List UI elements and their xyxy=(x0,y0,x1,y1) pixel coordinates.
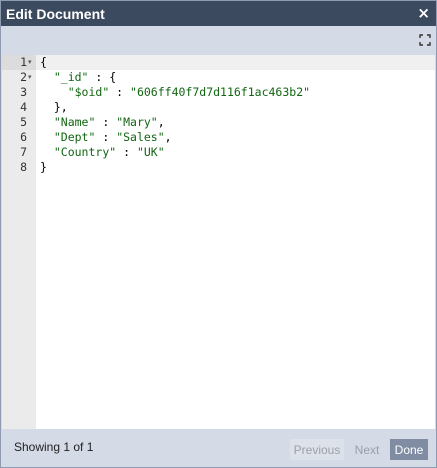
json-string: "Mary" xyxy=(116,115,158,129)
editor-toolbar xyxy=(1,26,436,53)
code-line[interactable]: 7 "Country" : "UK" xyxy=(2,145,435,160)
json-punctuation: : xyxy=(95,115,117,129)
json-punctuation: } xyxy=(40,160,47,174)
code-text: { xyxy=(40,55,47,70)
json-string: "Name" xyxy=(53,115,96,129)
code-lines: 1 ▾{2 ▾ "_id" : {3 "$oid" : "606ff40f7d7d1… xyxy=(2,55,435,175)
code-text: }, xyxy=(40,100,68,115)
done-button[interactable]: Done xyxy=(390,439,428,460)
fold-arrow-icon[interactable]: ▾ xyxy=(28,70,32,85)
dialog-titlebar[interactable]: Edit Document × xyxy=(1,1,436,26)
code-line[interactable]: 5 "Name" : "Mary", xyxy=(2,115,435,130)
line-number: 3 xyxy=(20,85,27,99)
json-string: "UK" xyxy=(136,145,165,159)
json-punctuation: : xyxy=(109,85,131,99)
pagination-status: Showing 1 of 1 xyxy=(14,440,94,454)
json-string: "_id" xyxy=(53,70,89,84)
json-punctuation: , xyxy=(157,115,165,129)
code-text: } xyxy=(40,160,47,175)
code-text: "Dept" : "Sales", xyxy=(40,130,172,145)
code-text: "$oid" : "606ff40f7d7d116f1ac463b2" xyxy=(40,85,310,100)
code-line[interactable]: 2 ▾ "_id" : { xyxy=(2,70,435,85)
json-punctuation: , xyxy=(164,130,172,144)
code-editor[interactable]: 1 ▾{2 ▾ "_id" : {3 "$oid" : "606ff40f7d7d1… xyxy=(2,55,435,429)
code-line[interactable]: 8} xyxy=(2,160,435,175)
line-number: 8 xyxy=(20,160,27,174)
json-string: "Sales" xyxy=(116,130,165,144)
next-button[interactable]: Next xyxy=(348,439,386,460)
code-text: "Country" : "UK" xyxy=(40,145,165,160)
previous-button[interactable]: Previous xyxy=(290,439,344,460)
json-punctuation: }, xyxy=(53,100,68,114)
json-string: "Country" xyxy=(53,145,117,159)
edit-document-dialog: Edit Document × 1 ▾{2 ▾ "_id" : {3 "$oid" … xyxy=(0,0,437,468)
json-string: "606ff40f7d7d116f1ac463b2" xyxy=(130,85,311,99)
dialog-title: Edit Document xyxy=(6,5,105,22)
expand-icon[interactable] xyxy=(419,34,431,46)
json-string: "Dept" xyxy=(53,130,96,144)
line-number: 4 xyxy=(20,100,27,114)
json-punctuation: { xyxy=(40,55,47,69)
json-punctuation: : { xyxy=(88,70,117,84)
code-text: "_id" : { xyxy=(40,70,116,85)
fold-arrow-icon[interactable]: ▾ xyxy=(28,55,32,70)
line-number: 5 xyxy=(20,115,27,129)
code-line[interactable]: 3 "$oid" : "606ff40f7d7d116f1ac463b2" xyxy=(2,85,435,100)
dialog-footer: Showing 1 of 1 Previous Next Done xyxy=(1,429,436,467)
code-line[interactable]: 6 "Dept" : "Sales", xyxy=(2,130,435,145)
line-number: 7 xyxy=(20,145,27,159)
close-icon[interactable]: × xyxy=(417,6,430,21)
line-number: 6 xyxy=(20,130,27,144)
code-line[interactable]: 4 }, xyxy=(2,100,435,115)
code-line[interactable]: 1 ▾{ xyxy=(2,55,435,70)
json-punctuation: : xyxy=(116,145,137,159)
json-punctuation: : xyxy=(95,130,117,144)
json-string: "$oid" xyxy=(67,85,110,99)
code-text: "Name" : "Mary", xyxy=(40,115,165,130)
